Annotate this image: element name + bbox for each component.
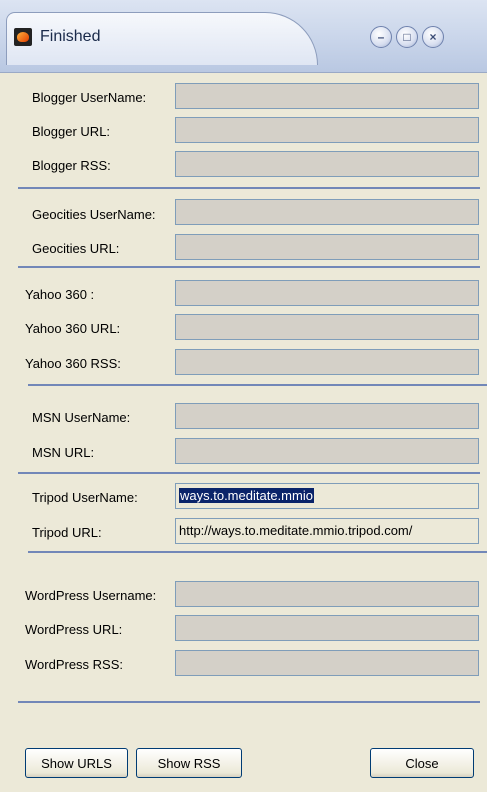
maximize-button[interactable]: □	[396, 26, 418, 48]
wordpress-url-label: WordPress URL:	[25, 622, 123, 637]
show-urls-button[interactable]: Show URLS	[25, 748, 128, 778]
section-divider	[28, 551, 487, 553]
section-divider	[18, 701, 480, 703]
minimize-icon: –	[377, 30, 385, 44]
blogger-username-field[interactable]	[175, 83, 479, 109]
section-divider	[18, 472, 480, 474]
app-icon	[14, 28, 32, 46]
minimize-button[interactable]: –	[370, 26, 392, 48]
wordpress-username-label: WordPress Username:	[25, 588, 157, 603]
wordpress-rss-field[interactable]	[175, 650, 479, 676]
geocities-username-field[interactable]	[175, 199, 479, 225]
geocities-url-label: Geocities URL:	[32, 241, 120, 256]
section-divider	[28, 384, 487, 386]
yahoo-rss-label: Yahoo 360 RSS:	[25, 356, 121, 371]
yahoo-username-field[interactable]	[175, 280, 479, 306]
msn-username-label: MSN UserName:	[32, 410, 131, 425]
tripod-url-field[interactable]: http://ways.to.meditate.mmio.tripod.com/	[175, 518, 479, 544]
show-rss-button[interactable]: Show RSS	[136, 748, 242, 778]
tripod-username-label: Tripod UserName:	[32, 490, 138, 505]
geocities-username-label: Geocities UserName:	[32, 207, 156, 222]
tripod-username-selected-text: ways.to.meditate.mmio	[179, 488, 314, 503]
blogger-username-label: Blogger UserName:	[32, 90, 147, 105]
wordpress-username-field[interactable]	[175, 581, 479, 607]
close-window-button[interactable]: ×	[422, 26, 444, 48]
wordpress-url-field[interactable]	[175, 615, 479, 641]
section-divider	[18, 187, 480, 189]
msn-url-label: MSN URL:	[32, 445, 95, 460]
blogger-rss-label: Blogger RSS:	[32, 158, 111, 173]
maximize-icon: □	[403, 30, 411, 44]
close-icon: ×	[429, 30, 437, 44]
title-bar[interactable]: Finished – □ ×	[0, 0, 487, 73]
yahoo-username-label: Yahoo 360 :	[25, 287, 95, 302]
msn-username-field[interactable]	[175, 403, 479, 429]
wordpress-rss-label: WordPress RSS:	[25, 657, 124, 672]
blogger-url-label: Blogger URL:	[32, 124, 111, 139]
yahoo-url-label: Yahoo 360 URL:	[25, 321, 121, 336]
blogger-url-field[interactable]	[175, 117, 479, 143]
yahoo-url-field[interactable]	[175, 314, 479, 340]
msn-url-field[interactable]	[175, 438, 479, 464]
blogger-rss-field[interactable]	[175, 151, 479, 177]
close-button[interactable]: Close	[370, 748, 474, 778]
section-divider	[18, 266, 480, 268]
geocities-url-field[interactable]	[175, 234, 479, 260]
tripod-url-label: Tripod URL:	[32, 525, 102, 540]
window-title: Finished	[40, 28, 101, 45]
yahoo-rss-field[interactable]	[175, 349, 479, 375]
tripod-username-field[interactable]: ways.to.meditate.mmio	[175, 483, 479, 509]
